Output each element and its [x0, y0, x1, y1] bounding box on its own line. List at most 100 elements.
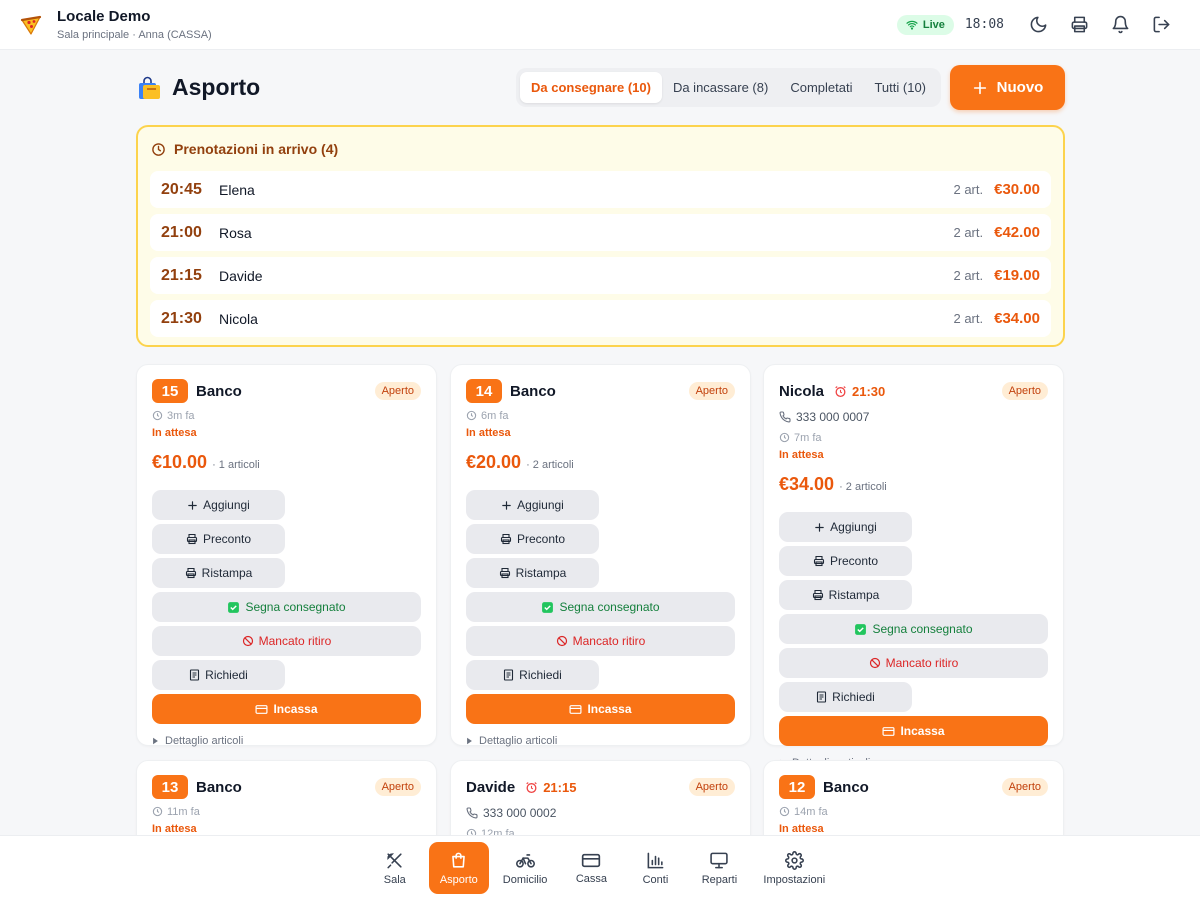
- clock: 18:08: [964, 17, 1004, 32]
- clock-icon: [152, 410, 163, 421]
- status-badge: Aperto: [1001, 778, 1048, 796]
- reprint-button[interactable]: Ristampa: [779, 580, 912, 610]
- reservations-panel: Prenotazioni in arrivo (4) 20:45 Elena 2…: [136, 125, 1065, 347]
- card-icon: [255, 704, 268, 714]
- nav-sala[interactable]: Sala: [365, 842, 425, 894]
- alarm-clock-icon: [835, 385, 846, 397]
- mark-delivered-button[interactable]: Segna consegnato: [466, 592, 735, 622]
- reservation-time: 21:00: [161, 223, 202, 241]
- order-age: 6m fa: [481, 409, 509, 422]
- pickup-time: 21:30: [834, 384, 885, 399]
- tab-tutti[interactable]: Tutti (10): [863, 72, 937, 103]
- check-box-icon: [855, 623, 867, 635]
- card-icon: [882, 726, 895, 736]
- order-item-count: · 1 articoli: [212, 459, 260, 471]
- pickup-time: 21:15: [525, 780, 576, 795]
- recall-button[interactable]: Richiedi: [779, 682, 912, 712]
- preconto-button[interactable]: Preconto: [152, 524, 285, 554]
- new-order-label: Nuovo: [996, 79, 1044, 96]
- nav-impostazioni[interactable]: Impostazioni: [753, 842, 835, 894]
- reservation-time: 20:45: [161, 180, 202, 198]
- printer-icon: [185, 567, 196, 579]
- reprint-button[interactable]: Ristampa: [152, 558, 285, 588]
- app-subtitle: Sala principale · Anna (CASSA): [57, 28, 212, 41]
- order-card: 15 Banco Aperto 3m fa In attesa €10.00 ·…: [136, 364, 437, 748]
- ban-icon: [556, 635, 567, 647]
- reservation-row[interactable]: 21:30 Nicola 2 art. €34.00: [150, 300, 1051, 337]
- reservation-name: Rosa: [219, 224, 252, 241]
- mark-delivered-button[interactable]: Segna consegnato: [779, 614, 1048, 644]
- order-title: Banco: [196, 778, 242, 796]
- live-label: Live: [922, 18, 945, 31]
- ticket-number: 14: [466, 379, 502, 403]
- order-title: Banco: [196, 382, 242, 400]
- status-badge: Aperto: [374, 778, 421, 796]
- order-item-count: · 2 articoli: [839, 481, 887, 493]
- nav-conti[interactable]: Conti: [625, 842, 685, 894]
- receipt-icon: [504, 669, 514, 681]
- reservation-row[interactable]: 21:00 Rosa 2 art. €42.00: [150, 214, 1051, 251]
- dark-mode-button[interactable]: [1018, 10, 1059, 40]
- printer-icon: [499, 567, 510, 579]
- collect-payment-button[interactable]: Incassa: [466, 694, 735, 724]
- recall-button[interactable]: Richiedi: [466, 660, 599, 690]
- nav-cassa[interactable]: Cassa: [561, 842, 621, 894]
- card-icon: [582, 853, 601, 867]
- nav-reparti[interactable]: Reparti: [689, 842, 749, 894]
- collect-payment-button[interactable]: Incassa: [152, 694, 421, 724]
- collect-payment-button[interactable]: Incassa: [779, 716, 1048, 746]
- recall-button[interactable]: Richiedi: [152, 660, 285, 690]
- order-item-count: · 2 articoli: [526, 459, 574, 471]
- add-items-button[interactable]: Aggiungi: [779, 512, 912, 542]
- tab-da-incassare[interactable]: Da incassare (8): [662, 72, 779, 103]
- bike-icon: [515, 853, 535, 868]
- preconto-button[interactable]: Preconto: [466, 524, 599, 554]
- utensils-icon: [387, 852, 402, 868]
- item-details-toggle[interactable]: Dettaglio articoli: [152, 734, 421, 748]
- page-title: Asporto: [172, 74, 261, 100]
- monitor-icon: [710, 852, 729, 868]
- order-age: 7m fa: [794, 431, 822, 444]
- new-order-button[interactable]: Nuovo: [950, 65, 1065, 110]
- nav-domicilio[interactable]: Domicilio: [493, 842, 558, 894]
- add-items-button[interactable]: Aggiungi: [466, 490, 599, 520]
- chart-icon: [647, 852, 664, 868]
- filter-tabs: Da consegnare (10) Da incassare (8) Comp…: [516, 68, 941, 107]
- tab-completati[interactable]: Completati: [779, 72, 863, 103]
- tab-da-consegnare[interactable]: Da consegnare (10): [520, 72, 662, 103]
- reservation-items: 2 art.: [953, 225, 984, 240]
- reservation-price: €42.00: [994, 224, 1040, 241]
- missed-pickup-button[interactable]: Mancato ritiro: [779, 648, 1048, 678]
- live-badge: Live: [896, 14, 954, 35]
- plus-icon: [502, 500, 511, 510]
- gear-icon: [784, 850, 804, 870]
- ticket-number: 13: [152, 775, 188, 799]
- missed-pickup-button[interactable]: Mancato ritiro: [466, 626, 735, 656]
- reservation-items: 2 art.: [953, 268, 984, 283]
- clock-icon: [152, 806, 163, 817]
- reservation-row[interactable]: 21:15 Davide 2 art. €19.00: [150, 257, 1051, 294]
- notifications-button[interactable]: [1100, 10, 1141, 40]
- top-bar: Locale Demo Sala principale · Anna (CASS…: [0, 0, 1200, 50]
- mark-delivered-button[interactable]: Segna consegnato: [152, 592, 421, 622]
- nav-asporto[interactable]: Asporto: [428, 842, 489, 894]
- app-title: Locale Demo: [57, 7, 151, 25]
- bag-icon: [452, 852, 466, 868]
- reservation-price: €34.00: [994, 310, 1040, 327]
- phone-icon: [466, 807, 478, 819]
- item-details-toggle[interactable]: Dettaglio articoli: [466, 734, 735, 748]
- missed-pickup-button[interactable]: Mancato ritiro: [152, 626, 421, 656]
- order-state: In attesa: [779, 449, 824, 461]
- clock-icon: [779, 432, 790, 443]
- preconto-button[interactable]: Preconto: [779, 546, 912, 576]
- logout-button[interactable]: [1141, 10, 1182, 40]
- receipt-icon: [190, 669, 200, 681]
- add-items-button[interactable]: Aggiungi: [152, 490, 285, 520]
- reservation-price: €30.00: [994, 181, 1040, 198]
- order-state: In attesa: [152, 427, 197, 439]
- reprint-button[interactable]: Ristampa: [466, 558, 599, 588]
- caret-right-icon: [153, 737, 158, 745]
- print-button[interactable]: [1059, 10, 1100, 40]
- reservation-row[interactable]: 20:45 Elena 2 art. €30.00: [150, 171, 1051, 208]
- ban-icon: [869, 657, 880, 669]
